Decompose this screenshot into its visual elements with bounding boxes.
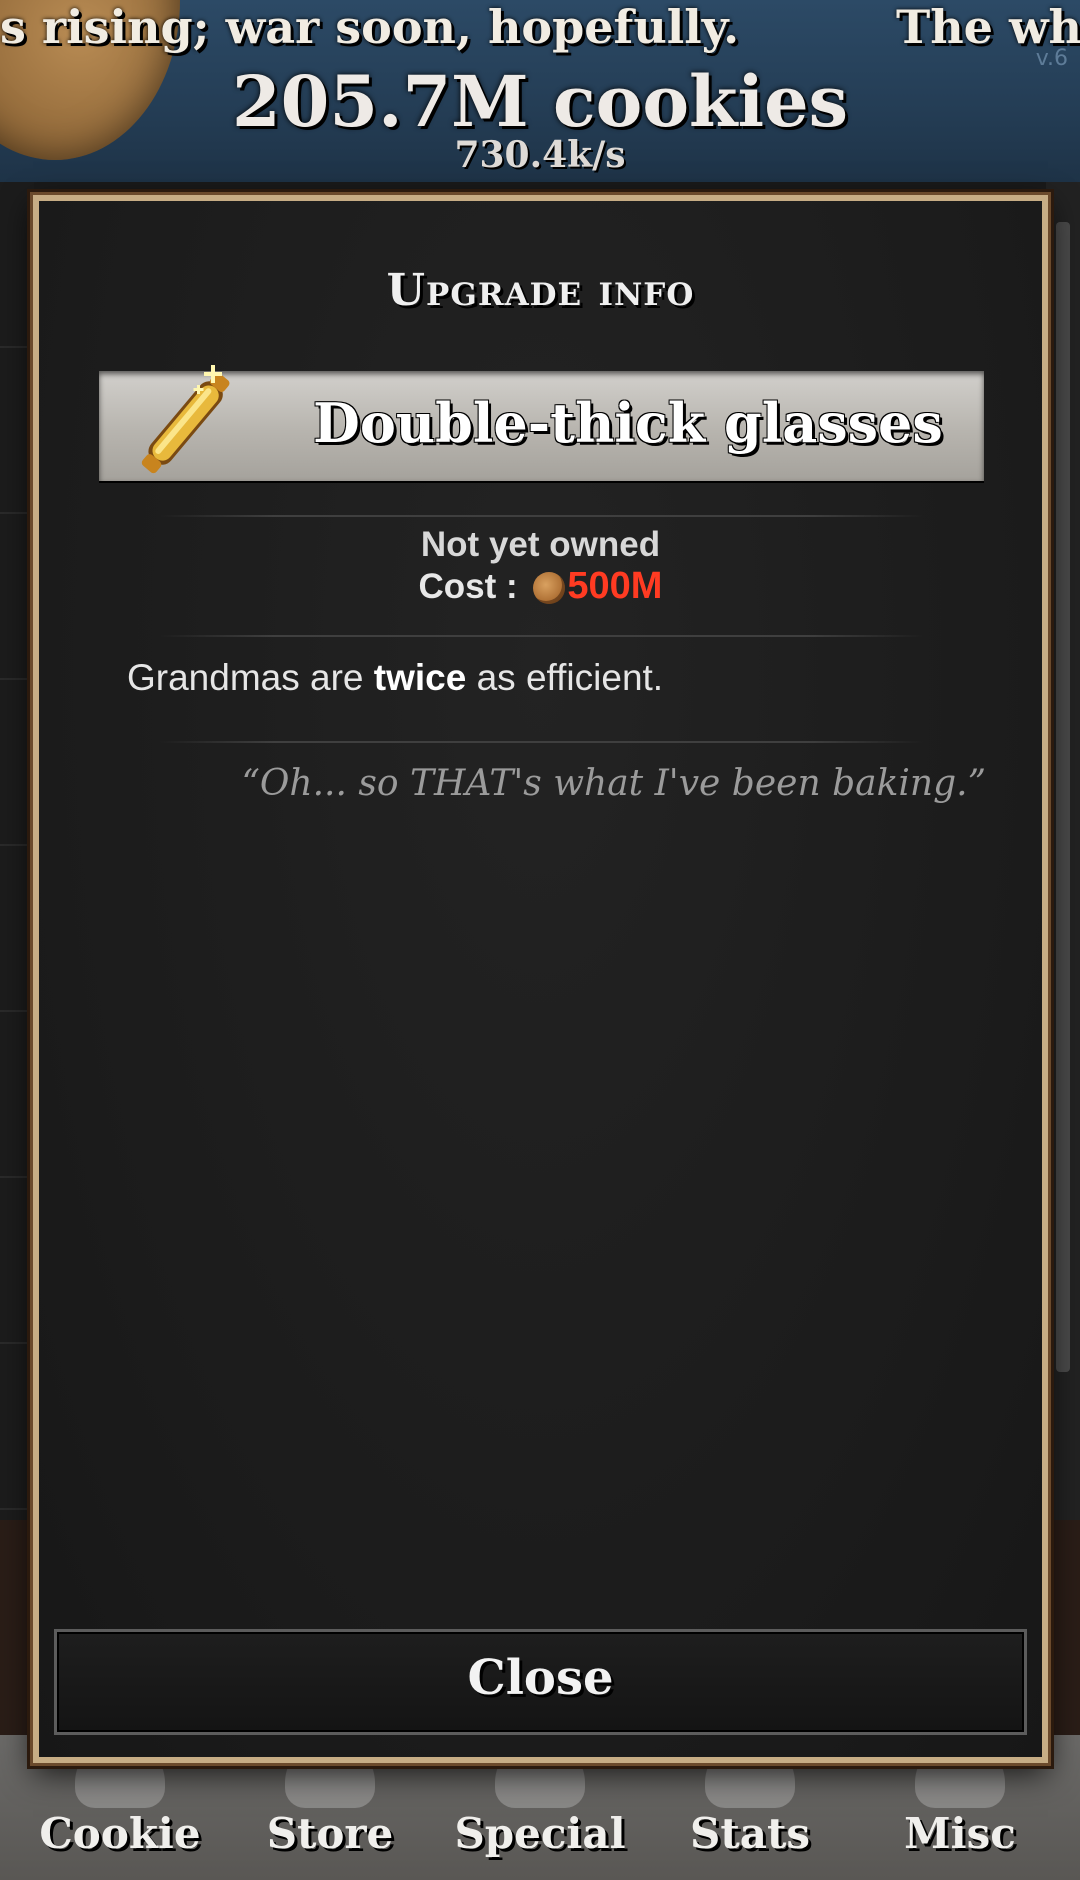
upgrade-info-dialog: Upgrade info Double-thick glasses Not ye… (33, 195, 1048, 1763)
close-button[interactable]: Close (54, 1629, 1027, 1735)
upgrade-banner: Double-thick glasses (99, 365, 984, 481)
divider (159, 635, 924, 637)
cookie-icon (533, 572, 566, 604)
owned-status: Not yet owned (420, 525, 661, 564)
news-ticker[interactable]: s rising; war soon, hopefully. The wh (0, 0, 1080, 58)
nav-label: Cookie (39, 1809, 201, 1858)
cost-label: Cost : (418, 567, 518, 606)
upgrade-description: Grandmas are twice as efficient. (127, 657, 982, 699)
nav-label: Stats (690, 1809, 810, 1858)
close-label: Close (467, 1650, 614, 1706)
rolling-pin-sparkle-icon (141, 365, 230, 474)
upgrade-name: Double-thick glasses (313, 391, 943, 455)
cookies-per-second: 730.4k/s (454, 134, 626, 176)
description-emphasis: twice (373, 657, 467, 698)
dialog-title: Upgrade info (386, 265, 695, 316)
flavor-quote: “Oh... so THAT's what I've been baking.” (241, 763, 986, 804)
cost-line: Cost : 500M (39, 565, 1042, 608)
cookie-count: 205.7M cookies (231, 60, 849, 143)
ticker-text-left: s rising; war soon, hopefully. (0, 0, 740, 54)
nav-label: Store (266, 1809, 394, 1858)
divider (159, 515, 924, 517)
description-suffix: as efficient. (466, 657, 664, 698)
nav-label: Special (454, 1809, 626, 1858)
scrollbar[interactable] (1056, 222, 1070, 1372)
background-right-strip (1046, 182, 1080, 1522)
cost-value: 500M (567, 565, 663, 607)
divider (159, 741, 924, 743)
description-prefix: Grandmas are (127, 657, 374, 698)
top-header: s rising; war soon, hopefully. The wh v.… (0, 0, 1080, 182)
nav-label: Misc (904, 1809, 1016, 1858)
background-left-strip (0, 182, 34, 1522)
